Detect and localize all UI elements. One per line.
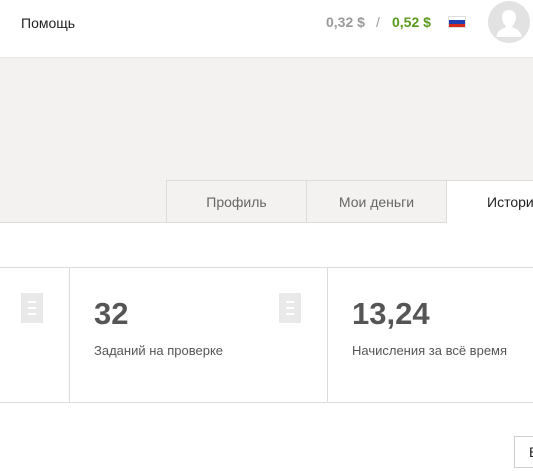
russia-flag-icon[interactable] [448, 16, 466, 28]
help-link[interactable]: Помощь [21, 15, 75, 31]
document-icon [21, 293, 43, 323]
stat-divider [327, 267, 328, 403]
user-avatar-icon[interactable] [488, 1, 530, 43]
stat-divider [69, 267, 70, 403]
bottom-action-button[interactable]: В [514, 436, 533, 468]
balance-separator: / [376, 14, 380, 30]
document-icon [279, 293, 301, 323]
stats-row [0, 267, 533, 403]
stat-label-total-earnings: Начисления за всё время [352, 343, 508, 358]
balance-pending: 0,32 $ [326, 14, 365, 30]
top-bar: Помощь 0,32 $ / 0,52 $ [0, 0, 533, 58]
stat-value-pending-tasks: 32 [94, 296, 129, 331]
balance-available: 0,52 $ [392, 14, 431, 30]
stat-value-total-earnings: 13,24 [352, 296, 430, 331]
tab-my-money[interactable]: Мои деньги [306, 180, 447, 223]
band-divider [0, 222, 166, 223]
tab-profile[interactable]: Профиль [166, 180, 307, 223]
tab-history[interactable]: Истори [446, 180, 533, 223]
stat-label-pending-tasks: Заданий на проверке [94, 343, 224, 358]
